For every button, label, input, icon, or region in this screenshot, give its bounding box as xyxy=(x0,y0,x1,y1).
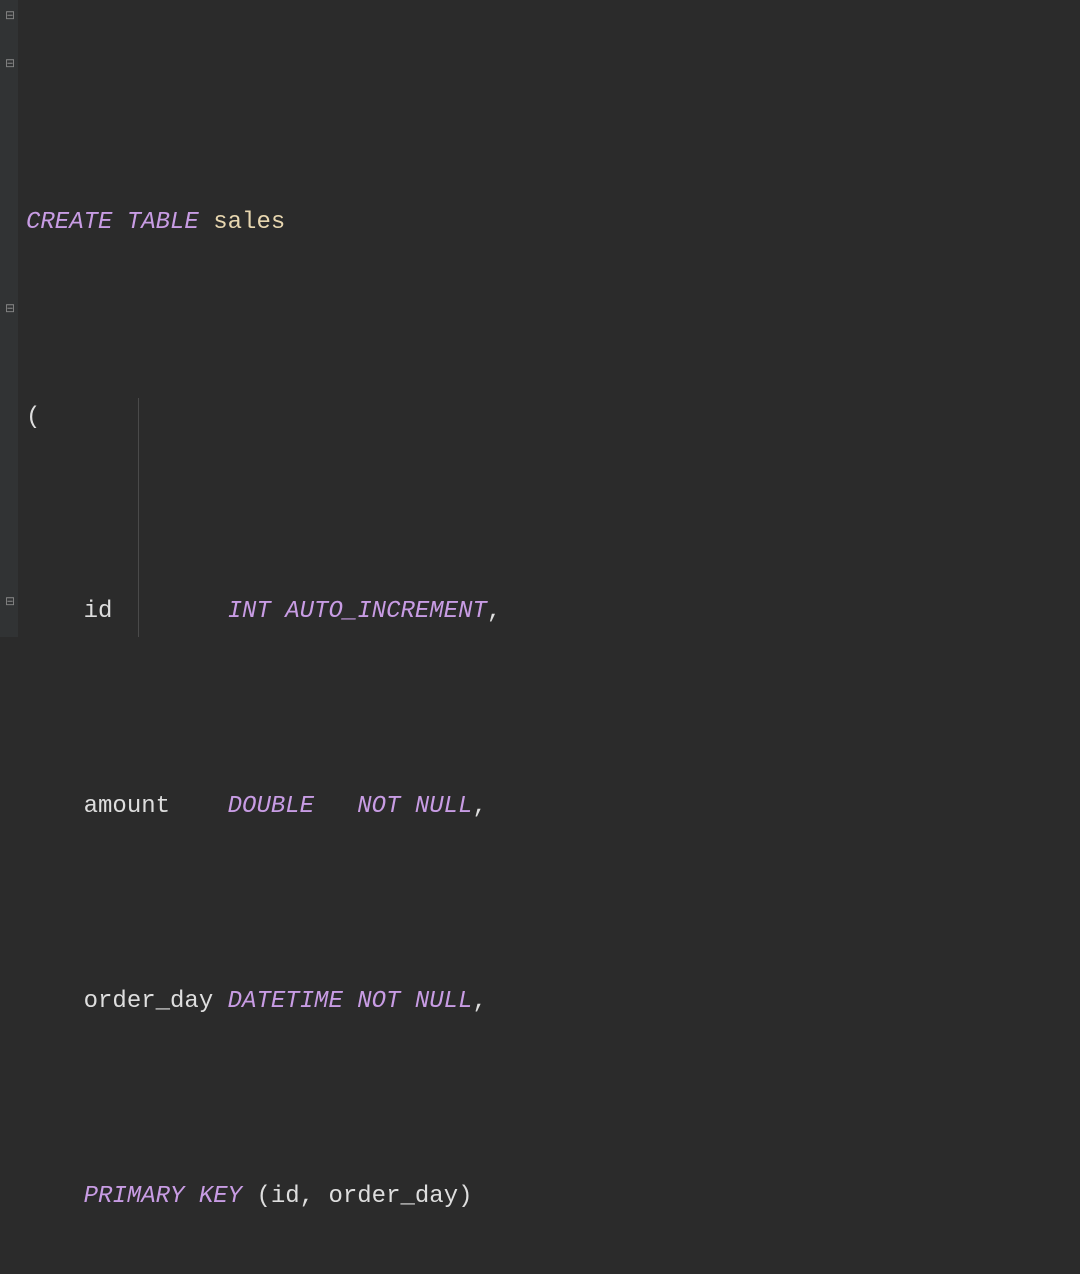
table-name: sales xyxy=(213,209,285,236)
code-line: ( xyxy=(18,394,1080,443)
code-line: order_day DATETIME NOT NULL, xyxy=(18,978,1080,1027)
code-editor[interactable]: CREATE TABLE sales ( id INT AUTO_INCREME… xyxy=(18,0,1080,1274)
fold-icon[interactable]: ⊟ xyxy=(5,303,15,313)
code-line: amount DOUBLE NOT NULL, xyxy=(18,783,1080,832)
column-name: amount xyxy=(84,793,228,820)
fold-icon[interactable]: ⊟ xyxy=(5,58,15,68)
code-line: id INT AUTO_INCREMENT, xyxy=(18,588,1080,637)
type: INT AUTO_INCREMENT xyxy=(228,598,487,625)
fold-icon[interactable]: ⊟ xyxy=(5,10,15,20)
fold-icon[interactable]: ⊟ xyxy=(5,596,15,606)
column-name: order_day xyxy=(84,988,228,1015)
type: DATETIME NOT NULL xyxy=(228,988,473,1015)
keyword: CREATE TABLE xyxy=(26,209,213,236)
editor-gutter: ⊟ ⊟ ⊟ ⊟ xyxy=(0,0,18,637)
code-line: PRIMARY KEY (id, order_day) xyxy=(18,1173,1080,1222)
column-name: id xyxy=(84,598,228,625)
keyword: PRIMARY KEY xyxy=(84,1183,257,1210)
paren: ( xyxy=(26,404,40,431)
code-line: CREATE TABLE sales xyxy=(18,199,1080,248)
type: DOUBLE NOT NULL xyxy=(228,793,473,820)
